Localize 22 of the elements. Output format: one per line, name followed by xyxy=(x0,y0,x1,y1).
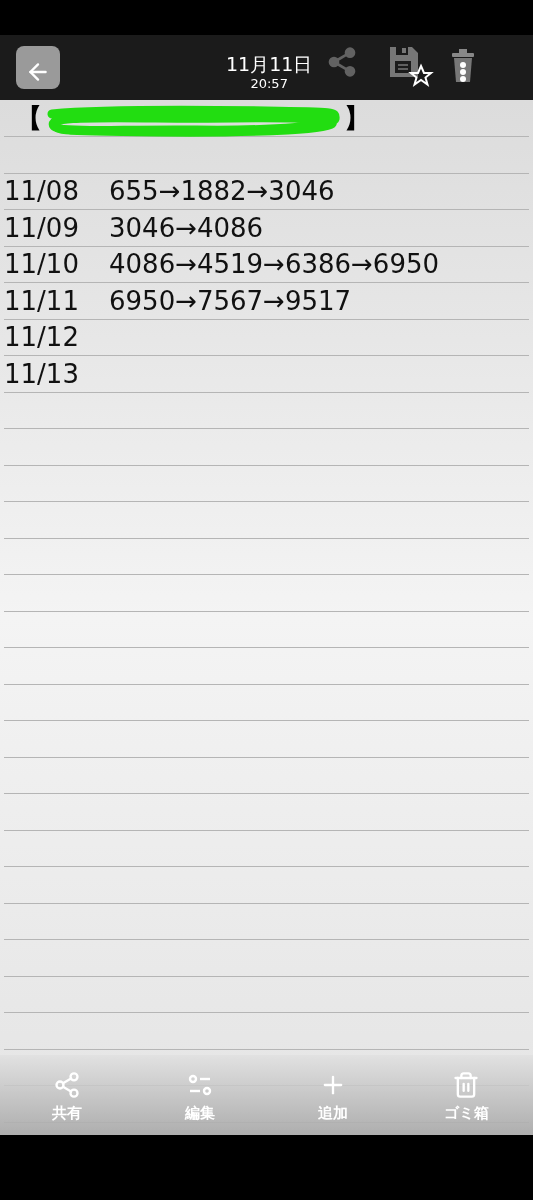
note-date: 11月11日 xyxy=(226,51,313,76)
entry-values: 3046→4086 xyxy=(109,211,264,244)
entry-date: 11/08 xyxy=(4,175,80,207)
entry-date: 11/09 xyxy=(4,211,80,244)
note-time: 20:57 xyxy=(250,75,288,92)
share-icon xyxy=(52,1071,81,1099)
save-favorite-button[interactable] xyxy=(388,44,435,87)
entry-date: 11/10 xyxy=(4,248,80,280)
toolbar-button[interactable]: ゴミ箱 xyxy=(399,1067,533,1123)
back-button[interactable] xyxy=(16,46,60,89)
entry-date: 11/12 xyxy=(4,321,80,353)
entry-date: 11/13 xyxy=(4,357,80,390)
entry-values: 4086→4519→6386→6950 xyxy=(109,248,440,280)
title-bracket: 【 xyxy=(16,105,42,131)
entry-date: 11/11 xyxy=(4,284,80,317)
entry-values: 655→1882→3046 xyxy=(109,175,335,207)
entry-values: 6950→7567→9517 xyxy=(109,284,352,317)
toolbar-button[interactable]: 共有 xyxy=(0,1067,134,1123)
title-bracket: 】 xyxy=(344,105,370,131)
toolbar-button[interactable]: 編集 xyxy=(133,1067,267,1123)
toolbar-button[interactable]: 追加 xyxy=(266,1067,400,1123)
delete-menu-button[interactable] xyxy=(450,47,477,84)
